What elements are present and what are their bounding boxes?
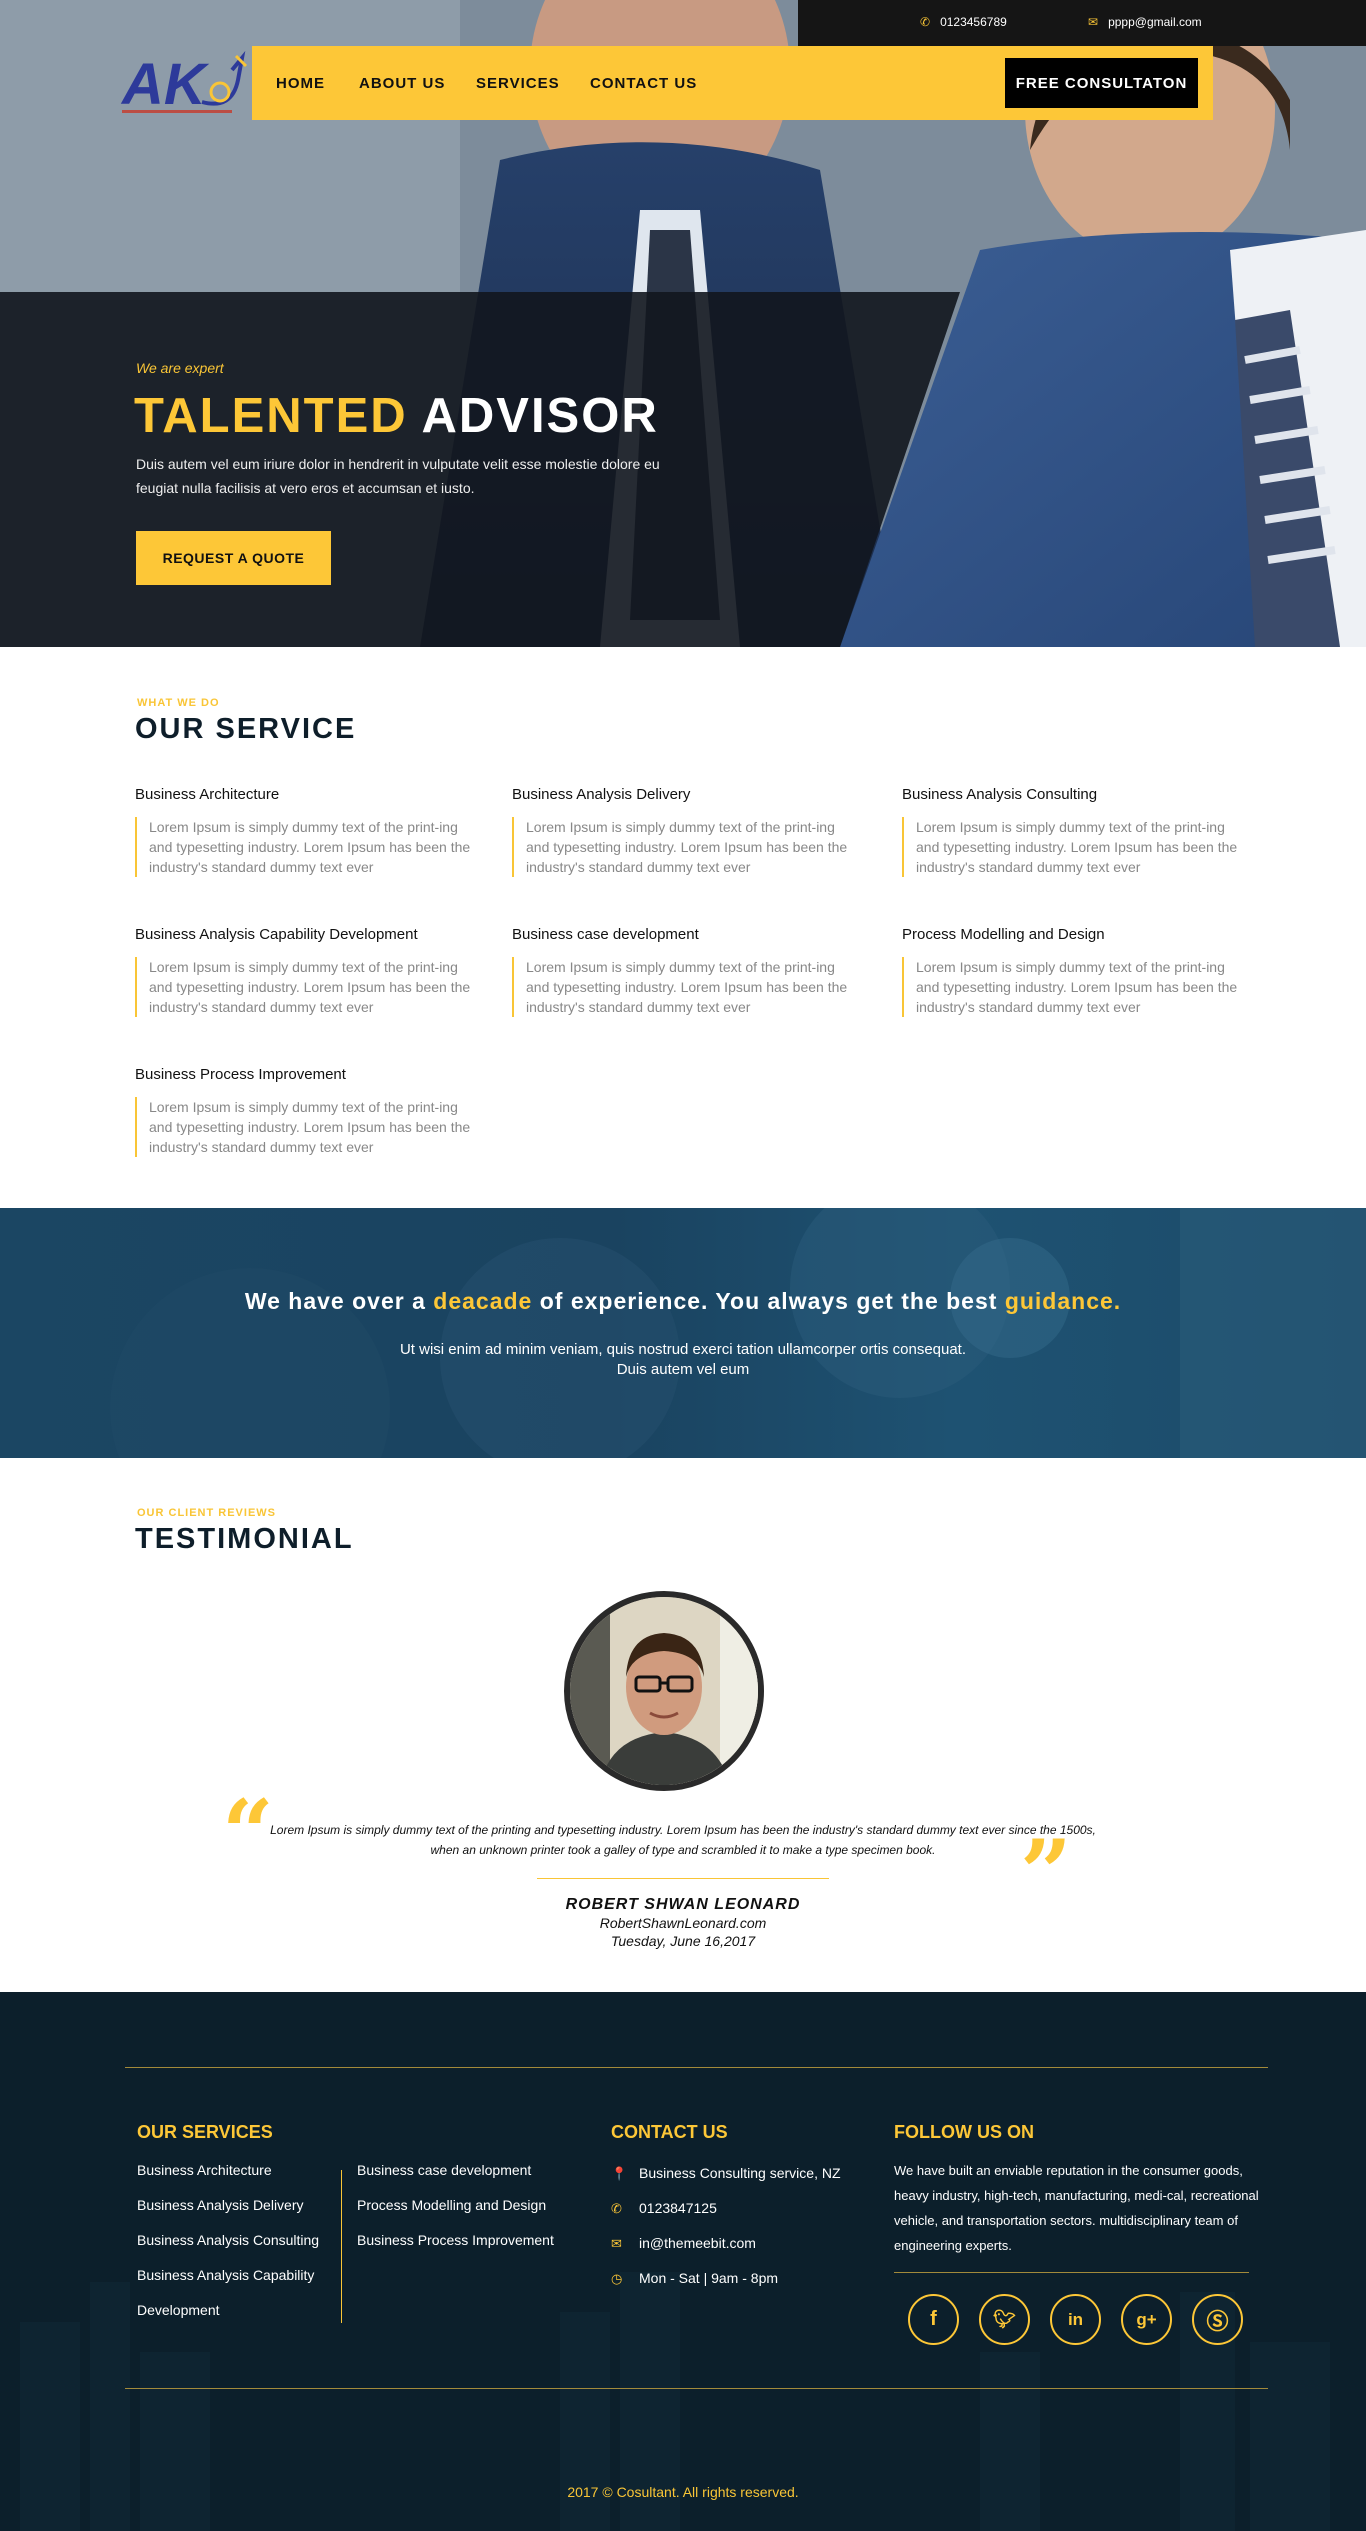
hero-eyebrow: We are expert bbox=[136, 360, 224, 376]
testimonial-eyebrow: OUR CLIENT REVIEWS bbox=[137, 1507, 277, 1519]
topbar-email[interactable]: ✉ pppp@gmail.com bbox=[1088, 15, 1202, 29]
hero-section: ✆ 0123456789 ✉ pppp@gmail.com AK HOME ABOU… bbox=[0, 0, 1366, 647]
top-contact-bar: ✆ 0123456789 ✉ pppp@gmail.com bbox=[798, 0, 1366, 46]
service-item: Business Analysis Delivery Lorem Ipsum i… bbox=[512, 786, 862, 877]
topbar-phone[interactable]: ✆ 0123456789 bbox=[920, 15, 1007, 29]
footer-contact-title: CONTACT US bbox=[611, 2122, 728, 2142]
testimonial-title: TESTIMONIAL bbox=[135, 1523, 354, 1555]
hero-title: TALENTED ADVISOR bbox=[134, 389, 659, 443]
phone-icon: ✆ bbox=[920, 15, 931, 29]
nav-about-us[interactable]: ABOUT US bbox=[359, 75, 445, 92]
footer-service-link[interactable]: Business case development bbox=[357, 2162, 531, 2178]
service-text: Lorem Ipsum is simply dummy text of the … bbox=[135, 957, 485, 1017]
services-eyebrow: WHAT WE DO bbox=[137, 697, 220, 709]
footer-contact-phone[interactable]: ✆ 0123847125 bbox=[611, 2200, 717, 2217]
envelope-icon: ✉ bbox=[1088, 15, 1099, 29]
google-plus-icon[interactable]: g+ bbox=[1121, 2294, 1172, 2345]
company-logo[interactable]: AK bbox=[120, 50, 248, 120]
service-title: Business Process Improvement bbox=[135, 1066, 346, 1083]
open-quote-icon: “ bbox=[222, 1780, 274, 1886]
service-title: Business Analysis Consulting bbox=[902, 786, 1098, 803]
footer-bottom-divider bbox=[125, 2388, 1268, 2389]
client-name: ROBERT SHWAN LEONARD bbox=[565, 1896, 801, 1913]
service-text: Lorem Ipsum is simply dummy text of the … bbox=[135, 1097, 485, 1157]
facebook-icon[interactable]: f bbox=[908, 2294, 959, 2345]
experience-banner: We have over a deacade of experience. Yo… bbox=[0, 1208, 1366, 1458]
footer bbox=[0, 1992, 1366, 2531]
service-item: Business Analysis Consulting Lorem Ipsum… bbox=[902, 786, 1252, 877]
nav-contact-us[interactable]: CONTACT US bbox=[590, 75, 697, 92]
footer-contact-email[interactable]: ✉ in@themeebit.com bbox=[611, 2235, 756, 2252]
service-title: Business Analysis Delivery bbox=[512, 786, 691, 803]
banner-text: Ut wisi enim ad minim veniam, quis nostr… bbox=[399, 1341, 967, 1378]
nav-services[interactable]: SERVICES bbox=[476, 75, 560, 92]
client-avatar bbox=[564, 1591, 764, 1791]
clock-icon: ◷ bbox=[611, 2271, 623, 2286]
nav-home[interactable]: HOME bbox=[276, 75, 325, 92]
svg-text:AK: AK bbox=[120, 52, 210, 117]
twitter-icon[interactable]: 🐦︎ bbox=[979, 2294, 1030, 2345]
footer-top-divider bbox=[125, 2067, 1268, 2068]
service-text: Lorem Ipsum is simply dummy text of the … bbox=[512, 817, 862, 877]
testimonial-date: Tuesday, June 16,2017 bbox=[610, 1933, 756, 1949]
footer-service-link[interactable]: Business Process Improvement bbox=[357, 2232, 554, 2248]
testimonial-quote: Lorem Ipsum is simply dummy text of the … bbox=[270, 1823, 1096, 1857]
client-website[interactable]: RobertShawnLeonard.com bbox=[0, 1915, 1366, 1931]
phone-icon: ✆ bbox=[611, 2201, 622, 2216]
footer-follow-title: FOLLOW US ON bbox=[894, 2122, 1034, 2142]
client-photo bbox=[570, 1597, 758, 1785]
main-navigation: HOME ABOUT US SERVICES CONTACT US FREE C… bbox=[252, 46, 1213, 120]
service-text: Lorem Ipsum is simply dummy text of the … bbox=[902, 957, 1252, 1017]
footer-social-divider bbox=[894, 2272, 1249, 2273]
service-item: Process Modelling and Design Lorem Ipsum… bbox=[902, 926, 1252, 1017]
service-item: Business case development Lorem Ipsum is… bbox=[512, 926, 862, 1017]
footer-contact-hours: ◷ Mon - Sat | 9am - 8pm bbox=[611, 2270, 779, 2286]
linkedin-icon[interactable]: in bbox=[1050, 2294, 1101, 2345]
services-title: OUR SERVICE bbox=[135, 713, 357, 745]
footer-service-link[interactable]: Process Modelling and Design bbox=[357, 2197, 546, 2213]
service-title: Business Analysis Capability Development bbox=[135, 926, 418, 943]
footer-service-link[interactable]: Development bbox=[137, 2302, 220, 2318]
testimonial-divider bbox=[537, 1878, 829, 1879]
service-title: Process Modelling and Design bbox=[902, 926, 1105, 943]
footer-about-text: We have built an enviable reputation in … bbox=[894, 2163, 1259, 2253]
map-pin-icon: 📍 bbox=[611, 2166, 628, 2181]
banner-background-photo bbox=[110, 1208, 1366, 1458]
banner-headline: We have over a deacade of experience. Yo… bbox=[244, 1288, 1122, 1314]
footer-services-divider bbox=[341, 2170, 342, 2323]
footer-city-silhouette bbox=[20, 2272, 1330, 2531]
service-item: Business Architecture Lorem Ipsum is sim… bbox=[135, 786, 485, 877]
service-item: Business Analysis Capability Development… bbox=[135, 926, 485, 1017]
footer-contact-address: 📍 Business Consulting service, NZ bbox=[611, 2165, 841, 2181]
footer-service-link[interactable]: Business Architecture bbox=[137, 2162, 272, 2178]
service-text: Lorem Ipsum is simply dummy text of the … bbox=[512, 957, 862, 1017]
footer-service-link[interactable]: Business Analysis Capability bbox=[137, 2267, 314, 2283]
skype-icon[interactable]: Ⓢ bbox=[1192, 2294, 1243, 2345]
free-consultation-button[interactable]: FREE CONSULTATON bbox=[1005, 58, 1198, 108]
hero-description: Duis autem vel eum iriure dolor in hendr… bbox=[136, 456, 660, 496]
footer-service-link[interactable]: Business Analysis Delivery bbox=[137, 2197, 304, 2213]
service-text: Lorem Ipsum is simply dummy text of the … bbox=[902, 817, 1252, 877]
footer-services-title: OUR SERVICES bbox=[137, 2122, 273, 2142]
service-text: Lorem Ipsum is simply dummy text of the … bbox=[135, 817, 485, 877]
service-item: Business Process Improvement Lorem Ipsum… bbox=[135, 1066, 485, 1157]
copyright-text: 2017 © Cosultant. All rights reserved. bbox=[567, 2484, 799, 2500]
service-title: Business Architecture bbox=[135, 786, 280, 803]
footer-service-link[interactable]: Business Analysis Consulting bbox=[137, 2232, 319, 2248]
request-quote-button[interactable]: REQUEST A QUOTE bbox=[136, 531, 331, 585]
envelope-icon: ✉ bbox=[611, 2236, 622, 2251]
service-title: Business case development bbox=[512, 926, 699, 943]
